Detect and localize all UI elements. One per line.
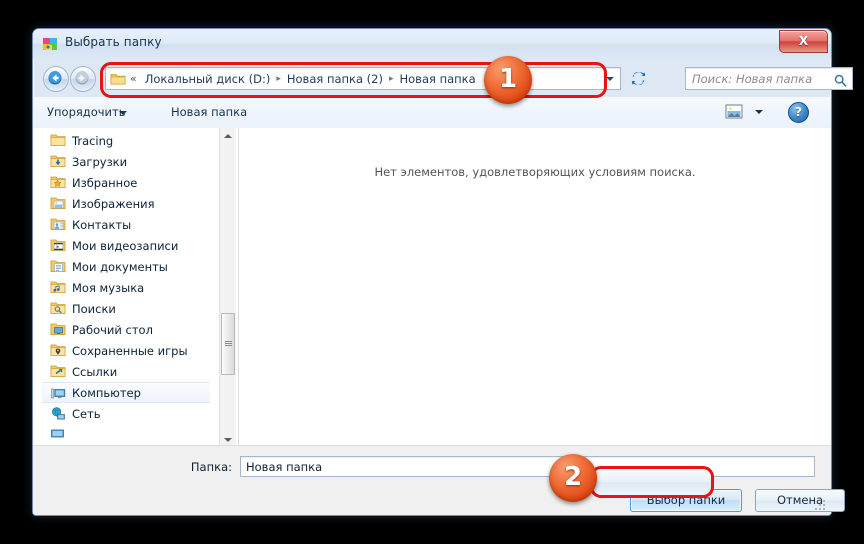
tree-item-label: Рабочий стол	[72, 322, 153, 337]
tree-item-documents[interactable]: Мои документы	[42, 256, 210, 277]
select-folder-dialog: Выбрать папку X « Локальный диск (D:) ▸ …	[32, 28, 853, 516]
window-title: Выбрать папку	[65, 35, 162, 49]
tree-item-videos[interactable]: Мои видеозаписи	[42, 235, 210, 256]
select-folder-button[interactable]: Выбор папки	[630, 489, 742, 512]
organize-button[interactable]: Упорядочить	[47, 105, 126, 119]
tree-item-saved-games[interactable]: Сохраненные игры	[42, 340, 210, 361]
tree-item-network[interactable]: Сеть	[42, 403, 210, 424]
tree-item-label: Сеть	[72, 406, 101, 421]
tree-item-label: Поиски	[72, 301, 116, 316]
scroll-up-arrow-icon[interactable]	[220, 128, 236, 144]
tree-item-label: Сохраненные игры	[72, 343, 188, 358]
folder-name-value: Новая папка	[246, 460, 323, 474]
music-folder-icon	[50, 280, 66, 295]
folder-picker-icon	[42, 36, 58, 52]
resize-grip-icon[interactable]	[815, 500, 827, 512]
links-folder-icon	[50, 364, 66, 379]
dialog-footer: Папка: Новая папка Выбор папки Отмена	[33, 445, 845, 515]
annotation-badge-2: 2	[549, 454, 597, 502]
address-bar-row: « Локальный диск (D:) ▸ Новая папка (2) …	[33, 59, 853, 97]
refresh-button[interactable]	[627, 67, 650, 90]
forward-button[interactable]	[70, 66, 96, 92]
tree-item-partial[interactable]	[42, 424, 210, 445]
tree-item-label: Изображения	[72, 196, 155, 211]
documents-folder-icon	[50, 259, 66, 274]
chevron-down-icon[interactable]	[119, 111, 127, 115]
searches-folder-icon	[50, 301, 66, 316]
tree-item-label: Моя музыка	[72, 280, 145, 295]
file-list-pane[interactable]: Нет элементов, удовлетворяющих условиям …	[239, 128, 831, 448]
tree-item-computer[interactable]: Компьютер	[42, 382, 210, 403]
computer-icon	[50, 427, 66, 442]
empty-state-message: Нет элементов, удовлетворяющих условиям …	[374, 165, 696, 179]
pictures-folder-icon	[50, 196, 66, 211]
videos-folder-icon	[50, 238, 66, 253]
network-icon	[50, 406, 66, 421]
tree-item-label: Контакты	[72, 217, 132, 232]
close-button[interactable]: X	[779, 30, 828, 53]
cancel-button[interactable]: Отмена	[755, 489, 845, 512]
address-bar[interactable]: « Локальный диск (D:) ▸ Новая папка (2) …	[105, 67, 621, 90]
breadcrumb-item-1[interactable]: Новая папка (2)	[284, 71, 386, 87]
folder-name-input[interactable]: Новая папка	[240, 456, 815, 477]
navigation-pane: Tracing Загрузки Избранное Изображения К…	[42, 128, 210, 448]
breadcrumb-item-0[interactable]: Локальный диск (D:)	[142, 71, 274, 87]
breadcrumb-separator: ▸	[388, 73, 394, 84]
breadcrumb-item-2[interactable]: Новая папка	[397, 71, 479, 87]
tree-item-tracing[interactable]: Tracing	[42, 130, 210, 151]
computer-icon	[50, 386, 66, 401]
folder-icon	[110, 72, 126, 86]
folder-tree: Tracing Загрузки Избранное Изображения К…	[42, 130, 210, 445]
new-folder-button[interactable]: Новая папка	[171, 105, 247, 119]
chevron-down-icon[interactable]	[755, 110, 763, 114]
tree-item-label: Ссылки	[72, 364, 118, 379]
help-button[interactable]: ?	[788, 102, 809, 123]
contacts-folder-icon	[50, 217, 66, 232]
tree-item-label: Мои документы	[72, 259, 168, 274]
tree-item-label: Мои видеозаписи	[72, 238, 179, 253]
tree-item-music[interactable]: Моя музыка	[42, 277, 210, 298]
back-button[interactable]	[43, 66, 69, 92]
breadcrumb-separator: ▸	[276, 73, 281, 84]
tree-item-label: Загрузки	[72, 154, 128, 169]
search-input[interactable]: Поиск: Новая папка	[685, 67, 853, 90]
folder-field-label: Папка:	[190, 460, 232, 474]
breadcrumb-overflow[interactable]: «	[130, 72, 137, 85]
refresh-icon	[628, 72, 649, 93]
favorites-folder-icon	[50, 175, 66, 190]
annotation-badge-1: 1	[484, 56, 532, 104]
search-placeholder: Поиск: Новая папка	[692, 72, 813, 86]
search-icon	[834, 72, 847, 91]
nav-pane-scrollbar[interactable]	[219, 128, 236, 448]
tree-item-searches[interactable]: Поиски	[42, 298, 210, 319]
screenshot-root: Выбрать папку X « Локальный диск (D:) ▸ …	[0, 0, 864, 544]
saved-games-folder-icon	[50, 343, 66, 358]
tree-item-desktop[interactable]: Рабочий стол	[42, 319, 210, 340]
downloads-folder-icon	[50, 154, 66, 169]
view-mode-icon[interactable]	[723, 103, 749, 123]
tree-item-contacts[interactable]: Контакты	[42, 214, 210, 235]
folder-icon	[50, 133, 66, 148]
dialog-body: Tracing Загрузки Избранное Изображения К…	[33, 128, 831, 448]
tree-item-pictures[interactable]: Изображения	[42, 193, 210, 214]
tree-item-downloads[interactable]: Загрузки	[42, 151, 210, 172]
address-dropdown-button[interactable]	[600, 69, 619, 88]
tree-item-links[interactable]: Ссылки	[42, 361, 210, 382]
tree-item-label: Tracing	[72, 133, 114, 148]
tree-item-favorites[interactable]: Избранное	[42, 172, 210, 193]
title-bar: Выбрать папку X	[33, 29, 831, 59]
breadcrumb: « Локальный диск (D:) ▸ Новая папка (2) …	[110, 68, 479, 89]
tree-item-label: Избранное	[72, 175, 138, 190]
scrollbar-grip-icon	[225, 341, 232, 346]
tree-item-label: Компьютер	[72, 385, 141, 400]
scrollbar-thumb[interactable]	[221, 313, 235, 375]
toolbar: Упорядочить Новая папка ?	[33, 97, 831, 129]
desktop-folder-icon	[50, 322, 66, 337]
